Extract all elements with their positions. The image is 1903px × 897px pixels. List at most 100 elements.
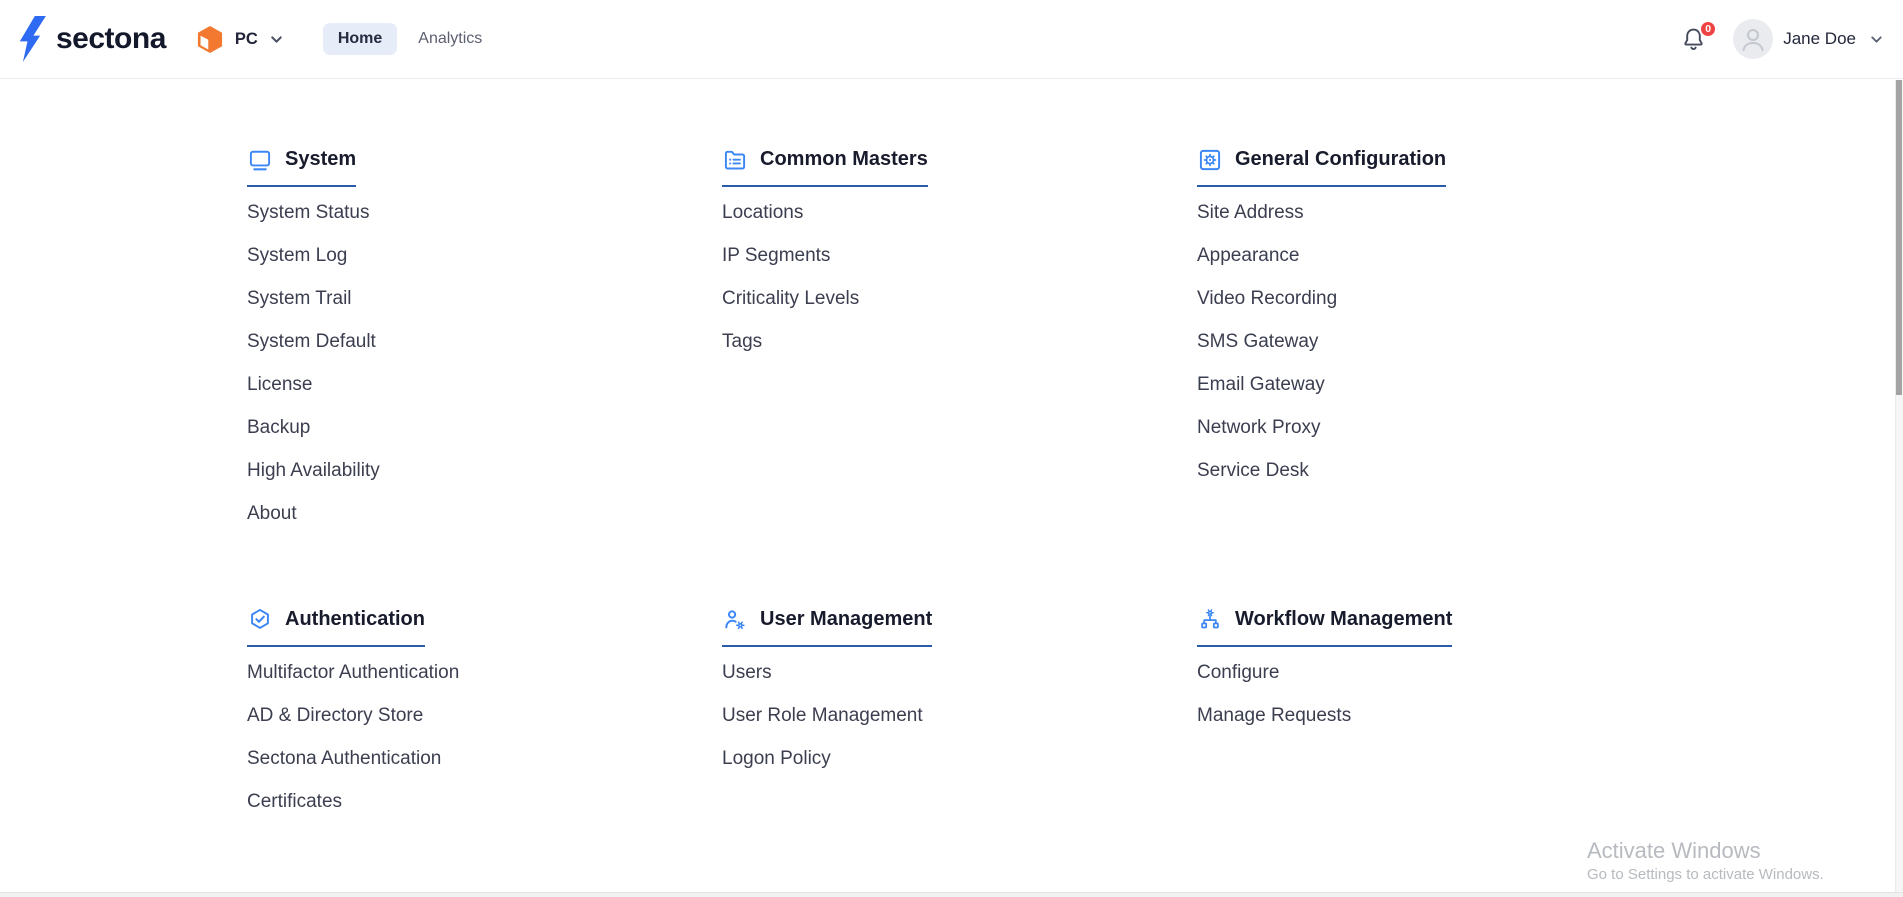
- menu-item-sectona-authentication[interactable]: Sectona Authentication: [247, 748, 441, 770]
- chevron-down-icon[interactable]: [1868, 31, 1885, 48]
- list-item: Video Recording: [1197, 277, 1672, 320]
- list-item: Sectona Authentication: [247, 737, 722, 780]
- notifications-button[interactable]: 0: [1680, 26, 1707, 53]
- menu-item-users[interactable]: Users: [722, 662, 772, 684]
- tab-analytics[interactable]: Analytics: [403, 23, 497, 55]
- section-system: System System Status System Log System Trai…: [247, 146, 722, 535]
- taskbar-edge: [0, 892, 1903, 897]
- menu-item-network-proxy[interactable]: Network Proxy: [1197, 417, 1321, 439]
- list-item: Service Desk: [1197, 449, 1672, 492]
- list-item: Criticality Levels: [722, 277, 1197, 320]
- section-title: Common Masters: [760, 146, 928, 173]
- menu-item-system-default[interactable]: System Default: [247, 331, 376, 353]
- watermark-line1: Activate Windows: [1587, 838, 1824, 864]
- section-header: User Management: [722, 606, 932, 647]
- sections-grid: System System Status System Log System Trai…: [247, 146, 1903, 823]
- brand-wordmark: sectona: [56, 22, 166, 56]
- list-item: System Status: [247, 191, 722, 234]
- menu-item-system-status[interactable]: System Status: [247, 202, 370, 224]
- menu-item-site-address[interactable]: Site Address: [1197, 202, 1304, 224]
- list-item: IP Segments: [722, 234, 1197, 277]
- list-item: About: [247, 492, 722, 535]
- list-item: Backup: [247, 406, 722, 449]
- menu-item-ip-segments[interactable]: IP Segments: [722, 245, 830, 267]
- top-navbar: sectona PC Home Analytics 0 Jane Doe: [0, 0, 1903, 79]
- gear-square-icon: [1197, 147, 1223, 173]
- lightning-bolt-icon: [17, 16, 46, 62]
- menu-item-email-gateway[interactable]: Email Gateway: [1197, 374, 1325, 396]
- section-header: Workflow Management: [1197, 606, 1452, 647]
- list-item: Email Gateway: [1197, 363, 1672, 406]
- tab-home[interactable]: Home: [323, 23, 397, 55]
- list-item: Certificates: [247, 780, 722, 823]
- menu-item-service-desk[interactable]: Service Desk: [1197, 460, 1309, 482]
- cube-icon: [196, 25, 224, 54]
- menu-item-system-log[interactable]: System Log: [247, 245, 347, 267]
- section-general-configuration: General Configuration Site Address Appeara…: [1197, 146, 1672, 492]
- menu-item-license[interactable]: License: [247, 374, 313, 396]
- menu-item-ad-directory-store[interactable]: AD & Directory Store: [247, 705, 423, 727]
- menu-item-manage-requests[interactable]: Manage Requests: [1197, 705, 1351, 727]
- scrollbar-thumb[interactable]: [1896, 80, 1902, 395]
- list-item: Appearance: [1197, 234, 1672, 277]
- folder-list-icon: [722, 147, 748, 173]
- list-item: System Log: [247, 234, 722, 277]
- section-item-list: Multifactor Authentication AD & Directory…: [247, 651, 722, 823]
- list-item: AD & Directory Store: [247, 694, 722, 737]
- list-item: User Role Management: [722, 694, 1197, 737]
- section-workflow-management: Workflow Management Configure Manage Reque…: [1197, 606, 1672, 737]
- menu-item-logon-policy[interactable]: Logon Policy: [722, 748, 831, 770]
- user-avatar-icon[interactable]: [1733, 19, 1773, 59]
- section-header: System: [247, 146, 356, 187]
- section-item-list: System Status System Log System Trail Syste…: [247, 191, 722, 535]
- user-name[interactable]: Jane Doe: [1783, 29, 1856, 49]
- list-item: Configure: [1197, 651, 1672, 694]
- menu-item-system-trail[interactable]: System Trail: [247, 288, 352, 310]
- section-header: General Configuration: [1197, 146, 1446, 187]
- section-item-list: Site Address Appearance Video Recording SMS…: [1197, 191, 1672, 492]
- menu-item-appearance[interactable]: Appearance: [1197, 245, 1299, 267]
- main-tabs: Home Analytics: [323, 23, 497, 55]
- menu-item-video-recording[interactable]: Video Recording: [1197, 288, 1337, 310]
- watermark-line2: Go to Settings to activate Windows.: [1587, 866, 1824, 883]
- list-item: Locations: [722, 191, 1197, 234]
- menu-item-sms-gateway[interactable]: SMS Gateway: [1197, 331, 1318, 353]
- section-item-list: Locations IP Segments Criticality Levels Ta…: [722, 191, 1197, 363]
- brand-logo[interactable]: sectona: [17, 16, 166, 62]
- list-item: Logon Policy: [722, 737, 1197, 780]
- menu-item-tags[interactable]: Tags: [722, 331, 762, 353]
- scrollbar-track[interactable]: [1895, 80, 1903, 892]
- menu-item-configure[interactable]: Configure: [1197, 662, 1279, 684]
- menu-item-locations[interactable]: Locations: [722, 202, 803, 224]
- section-title: User Management: [760, 606, 932, 633]
- section-title: Authentication: [285, 606, 425, 633]
- org-selector[interactable]: PC: [196, 25, 285, 54]
- list-item: Users: [722, 651, 1197, 694]
- menu-item-multifactor-authentication[interactable]: Multifactor Authentication: [247, 662, 459, 684]
- section-title: Workflow Management: [1235, 606, 1452, 633]
- menu-item-about[interactable]: About: [247, 503, 297, 525]
- shield-check-icon: [247, 607, 273, 633]
- section-title: General Configuration: [1235, 146, 1446, 173]
- workflow-icon: [1197, 607, 1223, 633]
- menu-item-certificates[interactable]: Certificates: [247, 791, 342, 813]
- menu-item-high-availability[interactable]: High Availability: [247, 460, 380, 482]
- list-item: Site Address: [1197, 191, 1672, 234]
- menu-item-user-role-management[interactable]: User Role Management: [722, 705, 923, 727]
- list-item: Network Proxy: [1197, 406, 1672, 449]
- list-item: High Availability: [247, 449, 722, 492]
- list-item: Tags: [722, 320, 1197, 363]
- section-header: Authentication: [247, 606, 425, 647]
- list-item: License: [247, 363, 722, 406]
- list-item: Multifactor Authentication: [247, 651, 722, 694]
- section-header: Common Masters: [722, 146, 928, 187]
- menu-item-criticality-levels[interactable]: Criticality Levels: [722, 288, 859, 310]
- menu-item-backup[interactable]: Backup: [247, 417, 310, 439]
- section-item-list: Users User Role Management Logon Policy: [722, 651, 1197, 780]
- list-item: System Default: [247, 320, 722, 363]
- user-gear-icon: [722, 607, 748, 633]
- list-item: SMS Gateway: [1197, 320, 1672, 363]
- windows-activation-watermark: Activate Windows Go to Settings to activ…: [1587, 838, 1824, 883]
- monitor-icon: [247, 147, 273, 173]
- list-item: System Trail: [247, 277, 722, 320]
